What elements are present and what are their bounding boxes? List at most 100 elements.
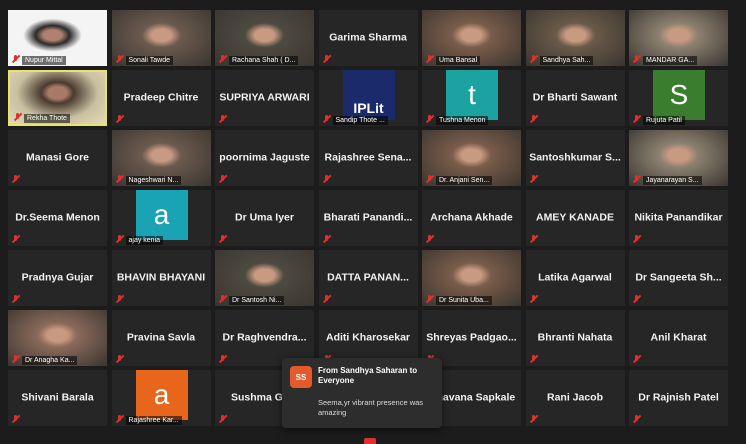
participant-tile[interactable]: IPLit Sandip Thote ... <box>318 70 418 126</box>
participant-name: Garima Sharma <box>329 31 407 44</box>
participant-name: Nageshwari N... <box>125 176 182 185</box>
participant-tile[interactable]: Nageshwari N... <box>111 130 211 186</box>
leave-indicator[interactable] <box>364 438 376 444</box>
participant-name: DATTA PANAN... <box>327 271 409 284</box>
muted-mic-icon <box>219 295 227 303</box>
muted-mic-icon <box>116 415 124 423</box>
participant-tile[interactable]: Jayanarayan S... <box>629 130 728 186</box>
participant-tile[interactable]: Pravina Savla <box>111 310 211 366</box>
participant-name: Dr Sangeeta Sh... <box>635 271 722 284</box>
muted-mic-icon <box>530 355 538 363</box>
participant-tile[interactable]: S Rujuta Patil <box>629 70 728 126</box>
participant-tile[interactable]: Pradnya Gujar <box>8 250 107 306</box>
participant-name: Bharati Panandi... <box>323 211 413 224</box>
muted-mic-icon <box>530 415 538 423</box>
participant-tile[interactable]: Rachana Shah ( D... <box>215 10 314 66</box>
participant-name: Bhranti Nahata <box>537 331 613 344</box>
muted-mic-icon <box>633 295 641 303</box>
participant-tile[interactable]: Rajashree Sena... <box>318 130 418 186</box>
participant-tile[interactable]: Dr Sangeeta Sh... <box>629 250 728 306</box>
participant-name: Anil Kharat <box>650 331 707 344</box>
participant-name: Latika Agarwal <box>538 271 612 284</box>
participant-name: Dr Anagha Ka... <box>22 356 78 365</box>
participant-tile[interactable]: Dr.Seema Menon <box>8 190 107 246</box>
participant-tile[interactable]: Dr. Anjani Sen... <box>422 130 521 186</box>
muted-mic-icon <box>12 355 20 363</box>
muted-mic-icon <box>116 115 124 123</box>
muted-mic-icon <box>323 295 331 303</box>
participant-tile[interactable]: Uma Bansal <box>422 10 521 66</box>
participant-tile[interactable]: Dr Anagha Ka... <box>8 310 107 366</box>
participant-name: Uma Bansal <box>436 56 481 65</box>
muted-mic-icon <box>116 295 124 303</box>
participant-tile[interactable]: Dr Rajnish Patel <box>629 370 728 426</box>
muted-mic-icon <box>12 415 20 423</box>
participant-name: Aditi Kharosekar <box>325 331 411 344</box>
participant-tile[interactable]: Nikita Panandikar <box>629 190 728 246</box>
participant-name: Rani Jacob <box>546 391 604 404</box>
participant-name: Nupur Mittal <box>22 56 66 65</box>
muted-mic-icon <box>219 55 227 63</box>
muted-mic-icon <box>323 115 331 123</box>
muted-mic-icon <box>426 175 434 183</box>
participant-name: Sonali Tawde <box>125 56 174 65</box>
participant-tile[interactable]: Rani Jacob <box>525 370 625 426</box>
participant-tile[interactable]: poornima Jaguste <box>215 130 314 186</box>
muted-mic-icon <box>530 55 538 63</box>
participant-name: Rekha Thote <box>24 114 70 123</box>
participant-tile[interactable]: Rekha Thote <box>8 70 107 126</box>
participant-tile[interactable]: Bhranti Nahata <box>525 310 625 366</box>
muted-mic-icon <box>116 55 124 63</box>
participant-tile[interactable]: DATTA PANAN... <box>318 250 418 306</box>
participant-tile[interactable]: Nupur Mittal <box>8 10 107 66</box>
muted-mic-icon <box>323 235 331 243</box>
participant-tile[interactable]: Bharati Panandi... <box>318 190 418 246</box>
participant-name: Dr.Seema Menon <box>15 211 100 224</box>
muted-mic-icon <box>116 235 124 243</box>
muted-mic-icon <box>530 115 538 123</box>
participant-tile[interactable]: AMEY KANADE <box>525 190 625 246</box>
participant-name: AMEY KANADE <box>536 211 614 224</box>
participant-tile[interactable]: Manasi Gore <box>8 130 107 186</box>
participant-tile[interactable]: Dr Santosh Ni... <box>215 250 314 306</box>
participant-tile[interactable]: MANDAR GA... <box>629 10 728 66</box>
participant-tile[interactable]: a ajay kenia <box>111 190 211 246</box>
avatar-letter: a <box>135 190 188 240</box>
participant-tile[interactable]: Anil Kharat <box>629 310 728 366</box>
participant-tile[interactable]: a Rajashree Kar... <box>111 370 211 426</box>
participant-tile[interactable]: SUPRIYA ARWARI <box>215 70 314 126</box>
participant-tile[interactable]: Sandhya Sah... <box>525 10 625 66</box>
participant-name: Shivani Barala <box>21 391 94 404</box>
muted-mic-icon <box>219 355 227 363</box>
muted-mic-icon <box>426 115 434 123</box>
participant-name: Santoshkumar S... <box>529 151 621 164</box>
muted-mic-icon <box>633 115 641 123</box>
participant-tile[interactable]: Dr Uma Iyer <box>215 190 314 246</box>
participant-name: Dr Sunita Uba... <box>436 296 492 305</box>
muted-mic-icon <box>323 55 331 63</box>
participant-name: Dr Uma Iyer <box>235 211 294 224</box>
participant-name: Pradnya Gujar <box>21 271 94 284</box>
participant-tile[interactable]: Archana Akhade <box>422 190 521 246</box>
participant-name: Manasi Gore <box>25 151 90 164</box>
participant-tile[interactable]: Sonali Tawde <box>111 10 211 66</box>
muted-mic-icon <box>12 175 20 183</box>
muted-mic-icon <box>219 175 227 183</box>
participant-tile[interactable]: Santoshkumar S... <box>525 130 625 186</box>
participant-tile[interactable]: Shivani Barala <box>8 370 107 426</box>
participant-tile[interactable]: Dr Sunita Uba... <box>422 250 521 306</box>
participant-name: ajay kenia <box>125 236 164 245</box>
chat-notification[interactable]: SS From Sandhya Saharan to Everyone Seem… <box>282 358 442 428</box>
participant-tile[interactable]: Latika Agarwal <box>525 250 625 306</box>
muted-mic-icon <box>12 235 20 243</box>
participant-tile[interactable]: Pradeep Chitre <box>111 70 211 126</box>
participant-name: Rujuta Patil <box>643 116 685 125</box>
participant-tile[interactable]: t Tushna Menon <box>422 70 521 126</box>
muted-mic-icon <box>633 235 641 243</box>
participant-name: Dr Santosh Ni... <box>229 296 285 305</box>
participant-tile[interactable]: BHAVIN BHAYANI <box>111 250 211 306</box>
muted-mic-icon <box>426 55 434 63</box>
participant-tile[interactable]: Dr Bharti Sawant <box>525 70 625 126</box>
participant-name: Dr Rajnish Patel <box>638 391 719 404</box>
participant-tile[interactable]: Garima Sharma <box>318 10 418 66</box>
